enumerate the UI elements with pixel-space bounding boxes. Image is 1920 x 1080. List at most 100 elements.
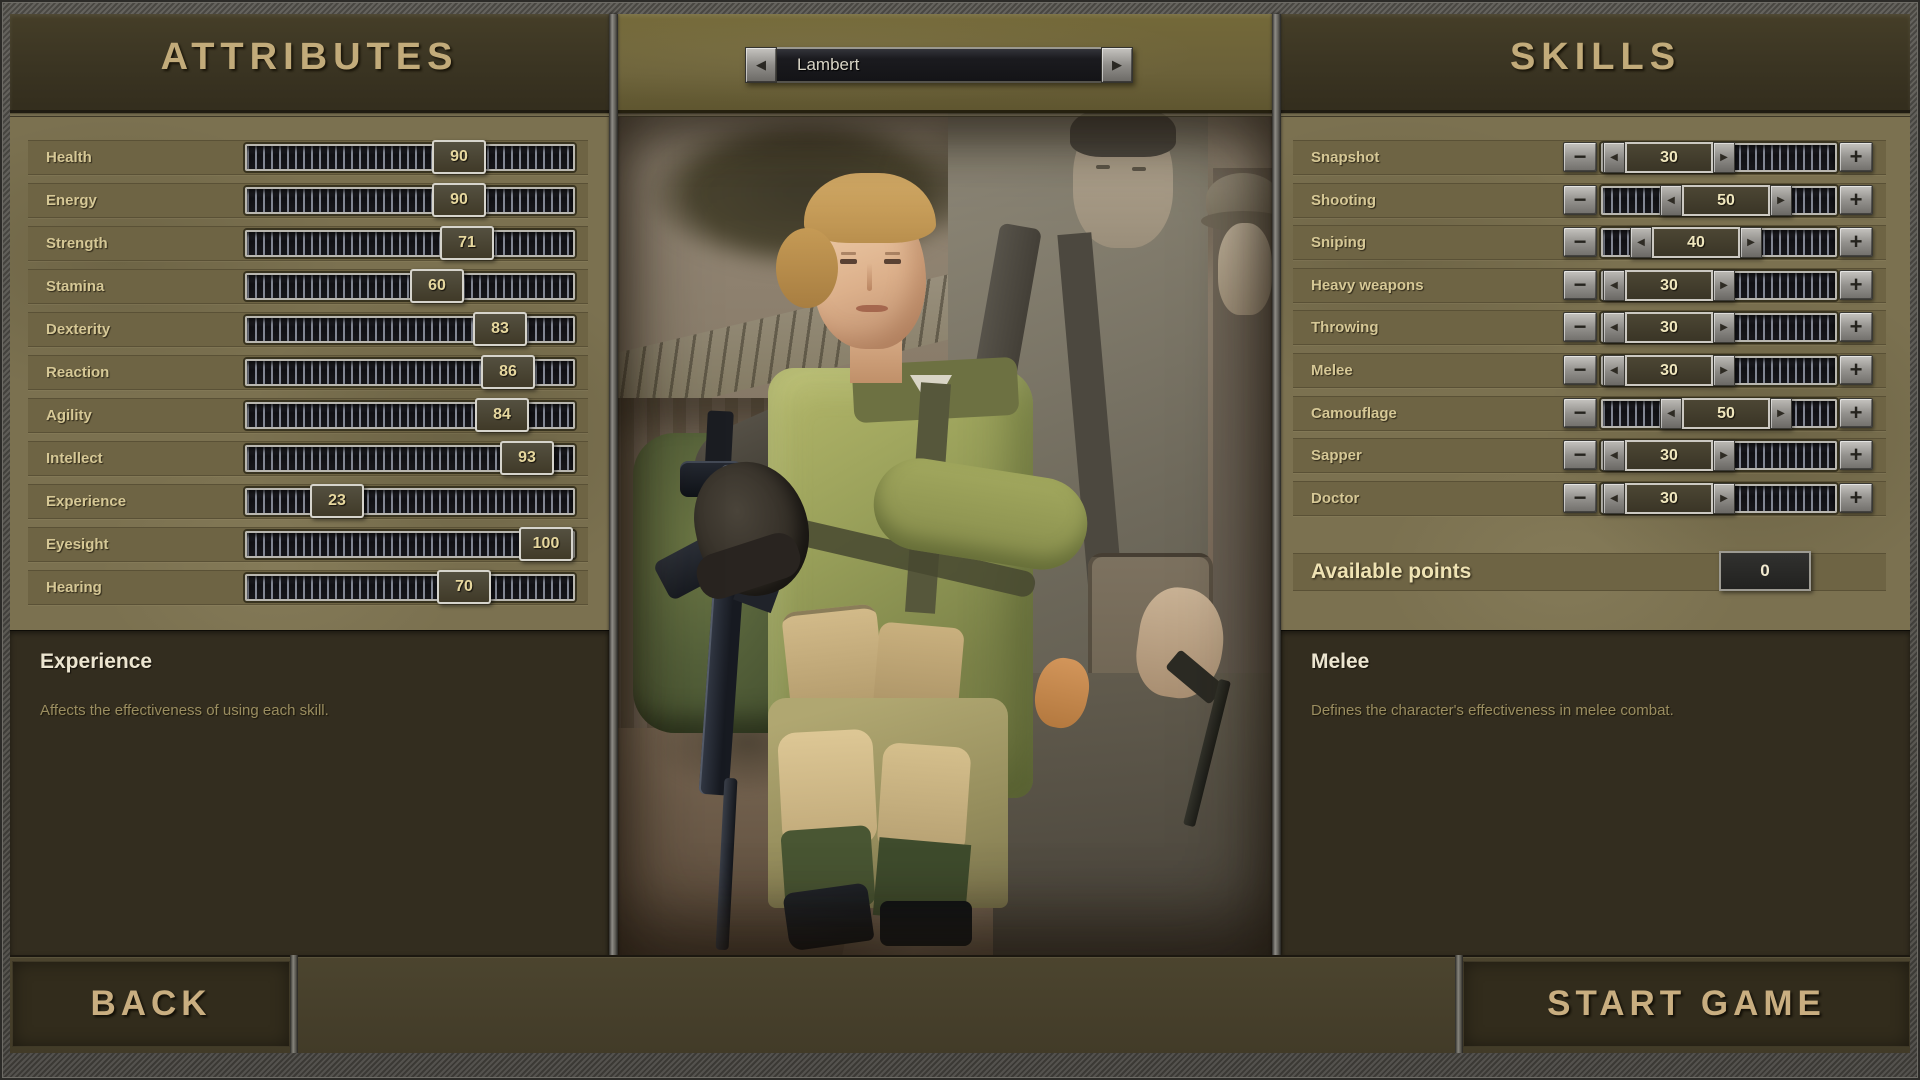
skill-slider-track[interactable]: ◀ 30 ▶ (1601, 355, 1837, 386)
skill-decrease-button[interactable]: − (1563, 227, 1597, 257)
handle-right-arrow-icon[interactable]: ▶ (1713, 142, 1735, 173)
skill-slider-track[interactable]: ◀ 30 ▶ (1601, 312, 1837, 343)
handle-left-arrow-icon[interactable]: ◀ (1603, 270, 1625, 301)
skill-decrease-button[interactable]: − (1563, 270, 1597, 300)
skill-row: Shooting − ◀ 50 ▶ + (1293, 183, 1886, 218)
skill-slider-handle[interactable]: ◀ 30 ▶ (1603, 270, 1735, 301)
skill-increase-button[interactable]: + (1839, 355, 1873, 385)
handle-right-arrow-icon[interactable]: ▶ (1770, 185, 1792, 216)
handle-left-arrow-icon[interactable]: ◀ (1603, 355, 1625, 386)
attribute-value-box[interactable]: 83 (473, 312, 527, 346)
handle-left-arrow-icon[interactable]: ◀ (1660, 398, 1682, 429)
skill-decrease-button[interactable]: − (1563, 483, 1597, 513)
handle-left-arrow-icon[interactable]: ◀ (1603, 483, 1625, 514)
attribute-value-box[interactable]: 60 (410, 269, 464, 303)
skill-slider-handle[interactable]: ◀ 50 ▶ (1660, 398, 1792, 429)
handle-right-arrow-icon[interactable]: ▶ (1770, 398, 1792, 429)
attribute-slider-track[interactable]: 71 (245, 226, 575, 260)
skill-increase-button[interactable]: + (1839, 440, 1873, 470)
skill-row: Snapshot − ◀ 30 ▶ + (1293, 140, 1886, 175)
skill-row: Doctor − ◀ 30 ▶ + (1293, 481, 1886, 516)
skill-label: Sniping (1311, 234, 1366, 251)
skill-decrease-button[interactable]: − (1563, 185, 1597, 215)
attribute-slider-track[interactable]: 90 (245, 183, 575, 217)
attribute-slider-track[interactable]: 86 (245, 355, 575, 389)
start-game-button[interactable]: START GAME (1463, 961, 1910, 1047)
attribute-value-box[interactable]: 84 (475, 398, 529, 432)
attribute-slider-track[interactable]: 93 (245, 441, 575, 475)
character-portrait-illustration (618, 113, 1272, 955)
attribute-value-box[interactable]: 93 (500, 441, 554, 475)
skill-row: Throwing − ◀ 30 ▶ + (1293, 310, 1886, 345)
skill-slider-track[interactable]: ◀ 30 ▶ (1601, 270, 1837, 301)
skill-slider-track[interactable]: ◀ 50 ▶ (1601, 185, 1837, 216)
attribute-slider-track[interactable]: 60 (245, 269, 575, 303)
content-area: ATTRIBUTES SKILLS ◀ Lambert ▶ Health 90 En… (10, 14, 1910, 1053)
attribute-value-box[interactable]: 100 (519, 527, 573, 561)
attribute-value-box[interactable]: 90 (432, 183, 486, 217)
attribute-row: Experience 23 (28, 484, 588, 519)
back-button[interactable]: BACK (12, 961, 290, 1047)
skill-slider-track[interactable]: ◀ 40 ▶ (1601, 227, 1837, 258)
skill-slider-handle[interactable]: ◀ 30 ▶ (1603, 312, 1735, 343)
skill-increase-button[interactable]: + (1839, 398, 1873, 428)
next-character-button[interactable]: ▶ (1101, 47, 1133, 83)
skill-increase-button[interactable]: + (1839, 185, 1873, 215)
skill-slider-track[interactable]: ◀ 30 ▶ (1601, 483, 1837, 514)
handle-right-arrow-icon[interactable]: ▶ (1713, 483, 1735, 514)
attribute-value-box[interactable]: 90 (432, 140, 486, 174)
header-seam (10, 113, 609, 117)
attribute-value-box[interactable]: 23 (310, 484, 364, 518)
handle-left-arrow-icon[interactable]: ◀ (1603, 312, 1625, 343)
skill-decrease-button[interactable]: − (1563, 398, 1597, 428)
handle-right-arrow-icon[interactable]: ▶ (1713, 270, 1735, 301)
handle-right-arrow-icon[interactable]: ▶ (1713, 355, 1735, 386)
skill-slider-handle[interactable]: ◀ 40 ▶ (1630, 227, 1762, 258)
skill-slider-handle[interactable]: ◀ 30 ▶ (1603, 440, 1735, 471)
attribute-slider-track[interactable]: 83 (245, 312, 575, 346)
portrait-vignette (618, 113, 1272, 955)
skill-value-box: 40 (1652, 227, 1740, 258)
attribute-label: Agility (46, 407, 92, 424)
skill-slider-track[interactable]: ◀ 50 ▶ (1601, 398, 1837, 429)
skill-row: Heavy weapons − ◀ 30 ▶ + (1293, 268, 1886, 303)
attribute-label: Stamina (46, 278, 105, 295)
handle-right-arrow-icon[interactable]: ▶ (1740, 227, 1762, 258)
skill-increase-button[interactable]: + (1839, 142, 1873, 172)
attribute-value-box[interactable]: 86 (481, 355, 535, 389)
available-points-row: Available points 0 (1293, 551, 1886, 591)
skill-decrease-button[interactable]: − (1563, 355, 1597, 385)
skill-slider-handle[interactable]: ◀ 30 ▶ (1603, 142, 1735, 173)
attribute-value-box[interactable]: 70 (437, 570, 491, 604)
handle-left-arrow-icon[interactable]: ◀ (1603, 142, 1625, 173)
attribute-slider-track[interactable]: 23 (245, 484, 575, 518)
skill-value-box: 30 (1625, 270, 1713, 301)
skill-label: Heavy weapons (1311, 277, 1424, 294)
skill-increase-button[interactable]: + (1839, 270, 1873, 300)
handle-left-arrow-icon[interactable]: ◀ (1603, 440, 1625, 471)
skill-decrease-button[interactable]: − (1563, 440, 1597, 470)
prev-character-button[interactable]: ◀ (745, 47, 777, 83)
attribute-value-box[interactable]: 71 (440, 226, 494, 260)
handle-left-arrow-icon[interactable]: ◀ (1660, 185, 1682, 216)
handle-left-arrow-icon[interactable]: ◀ (1630, 227, 1652, 258)
attribute-row: Stamina 60 (28, 269, 588, 304)
skill-increase-button[interactable]: + (1839, 312, 1873, 342)
handle-right-arrow-icon[interactable]: ▶ (1713, 312, 1735, 343)
skill-slider-handle[interactable]: ◀ 30 ▶ (1603, 483, 1735, 514)
back-button-label: BACK (90, 984, 212, 1023)
skill-decrease-button[interactable]: − (1563, 312, 1597, 342)
attribute-slider-track[interactable]: 70 (245, 570, 575, 604)
handle-right-arrow-icon[interactable]: ▶ (1713, 440, 1735, 471)
skill-slider-handle[interactable]: ◀ 30 ▶ (1603, 355, 1735, 386)
skill-slider-track[interactable]: ◀ 30 ▶ (1601, 440, 1837, 471)
skill-increase-button[interactable]: + (1839, 483, 1873, 513)
skill-increase-button[interactable]: + (1839, 227, 1873, 257)
attribute-info-description: Affects the effectiveness of using each … (40, 702, 329, 719)
attribute-slider-track[interactable]: 84 (245, 398, 575, 432)
attribute-slider-track[interactable]: 100 (245, 527, 575, 561)
attribute-slider-track[interactable]: 90 (245, 140, 575, 174)
skill-slider-track[interactable]: ◀ 30 ▶ (1601, 142, 1837, 173)
skill-decrease-button[interactable]: − (1563, 142, 1597, 172)
skill-slider-handle[interactable]: ◀ 50 ▶ (1660, 185, 1792, 216)
